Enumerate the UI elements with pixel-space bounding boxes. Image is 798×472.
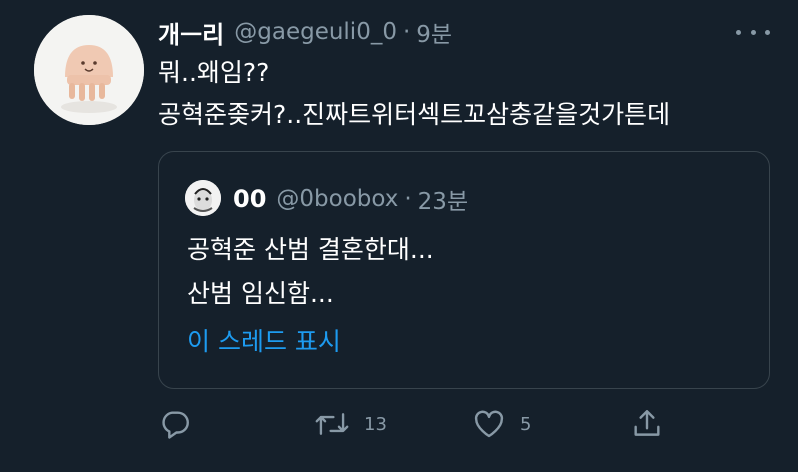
jelly-avatar-image (34, 15, 144, 125)
author-display-name[interactable]: 개ㅡ리 (158, 15, 224, 50)
more-options-icon[interactable] (736, 20, 770, 44)
reply-button[interactable] (158, 404, 192, 444)
quoted-tweet-header: 00 @0boobox · 23분 (233, 182, 468, 216)
quoted-tweet-text: 공혁준 산범 결혼한대... 산범 임신함... (187, 228, 434, 316)
like-button[interactable]: 5 (472, 404, 531, 444)
tweet-text-line: 뭐..왜임?? (158, 58, 270, 87)
tweet-text: 뭐..왜임?? 공혁준좆커?..진짜트위터섹트꼬삼충같을것가튼데 (158, 52, 670, 136)
quoted-author-handle[interactable]: @0boobox (276, 186, 398, 212)
reply-icon (162, 411, 189, 439)
retweet-button[interactable]: 13 (314, 404, 387, 444)
quoted-author-display-name[interactable]: 00 (233, 185, 266, 213)
quoted-text-line: 산범 임신함... (187, 279, 334, 308)
quoted-tweet-card[interactable]: 00 @0boobox · 23분 공혁준 산범 결혼한대... 산범 임신함.… (158, 151, 770, 389)
tweet-timestamp[interactable]: 9분 (416, 15, 452, 49)
like-count: 5 (520, 413, 532, 435)
quoted-text-line: 공혁준 산범 결혼한대... (187, 235, 434, 264)
separator-dot: · (404, 186, 412, 212)
more-dot (765, 29, 770, 35)
separator-dot: · (402, 19, 411, 45)
retweet-icon (315, 413, 349, 435)
share-icon (634, 410, 660, 436)
quoted-avatar-image (185, 180, 221, 216)
quoted-author-avatar[interactable] (185, 180, 221, 216)
author-avatar[interactable] (34, 15, 144, 125)
heart-icon (474, 410, 504, 438)
tweet-action-bar: 13 5 (158, 404, 770, 444)
more-dot (736, 29, 741, 35)
tweet-header: 개ㅡ리 @gaegeuli0_0 · 9분 (158, 14, 452, 50)
quoted-tweet-timestamp[interactable]: 23분 (418, 182, 468, 216)
retweet-count: 13 (364, 413, 387, 435)
more-dot (750, 29, 756, 35)
tweet-text-line: 공혁준좆커?..진짜트위터섹트꼬삼충같을것가튼데 (158, 100, 671, 129)
show-thread-link[interactable]: 이 스레드 표시 (187, 322, 341, 358)
share-button[interactable] (630, 404, 664, 444)
author-handle[interactable]: @gaegeuli0_0 (234, 19, 397, 45)
